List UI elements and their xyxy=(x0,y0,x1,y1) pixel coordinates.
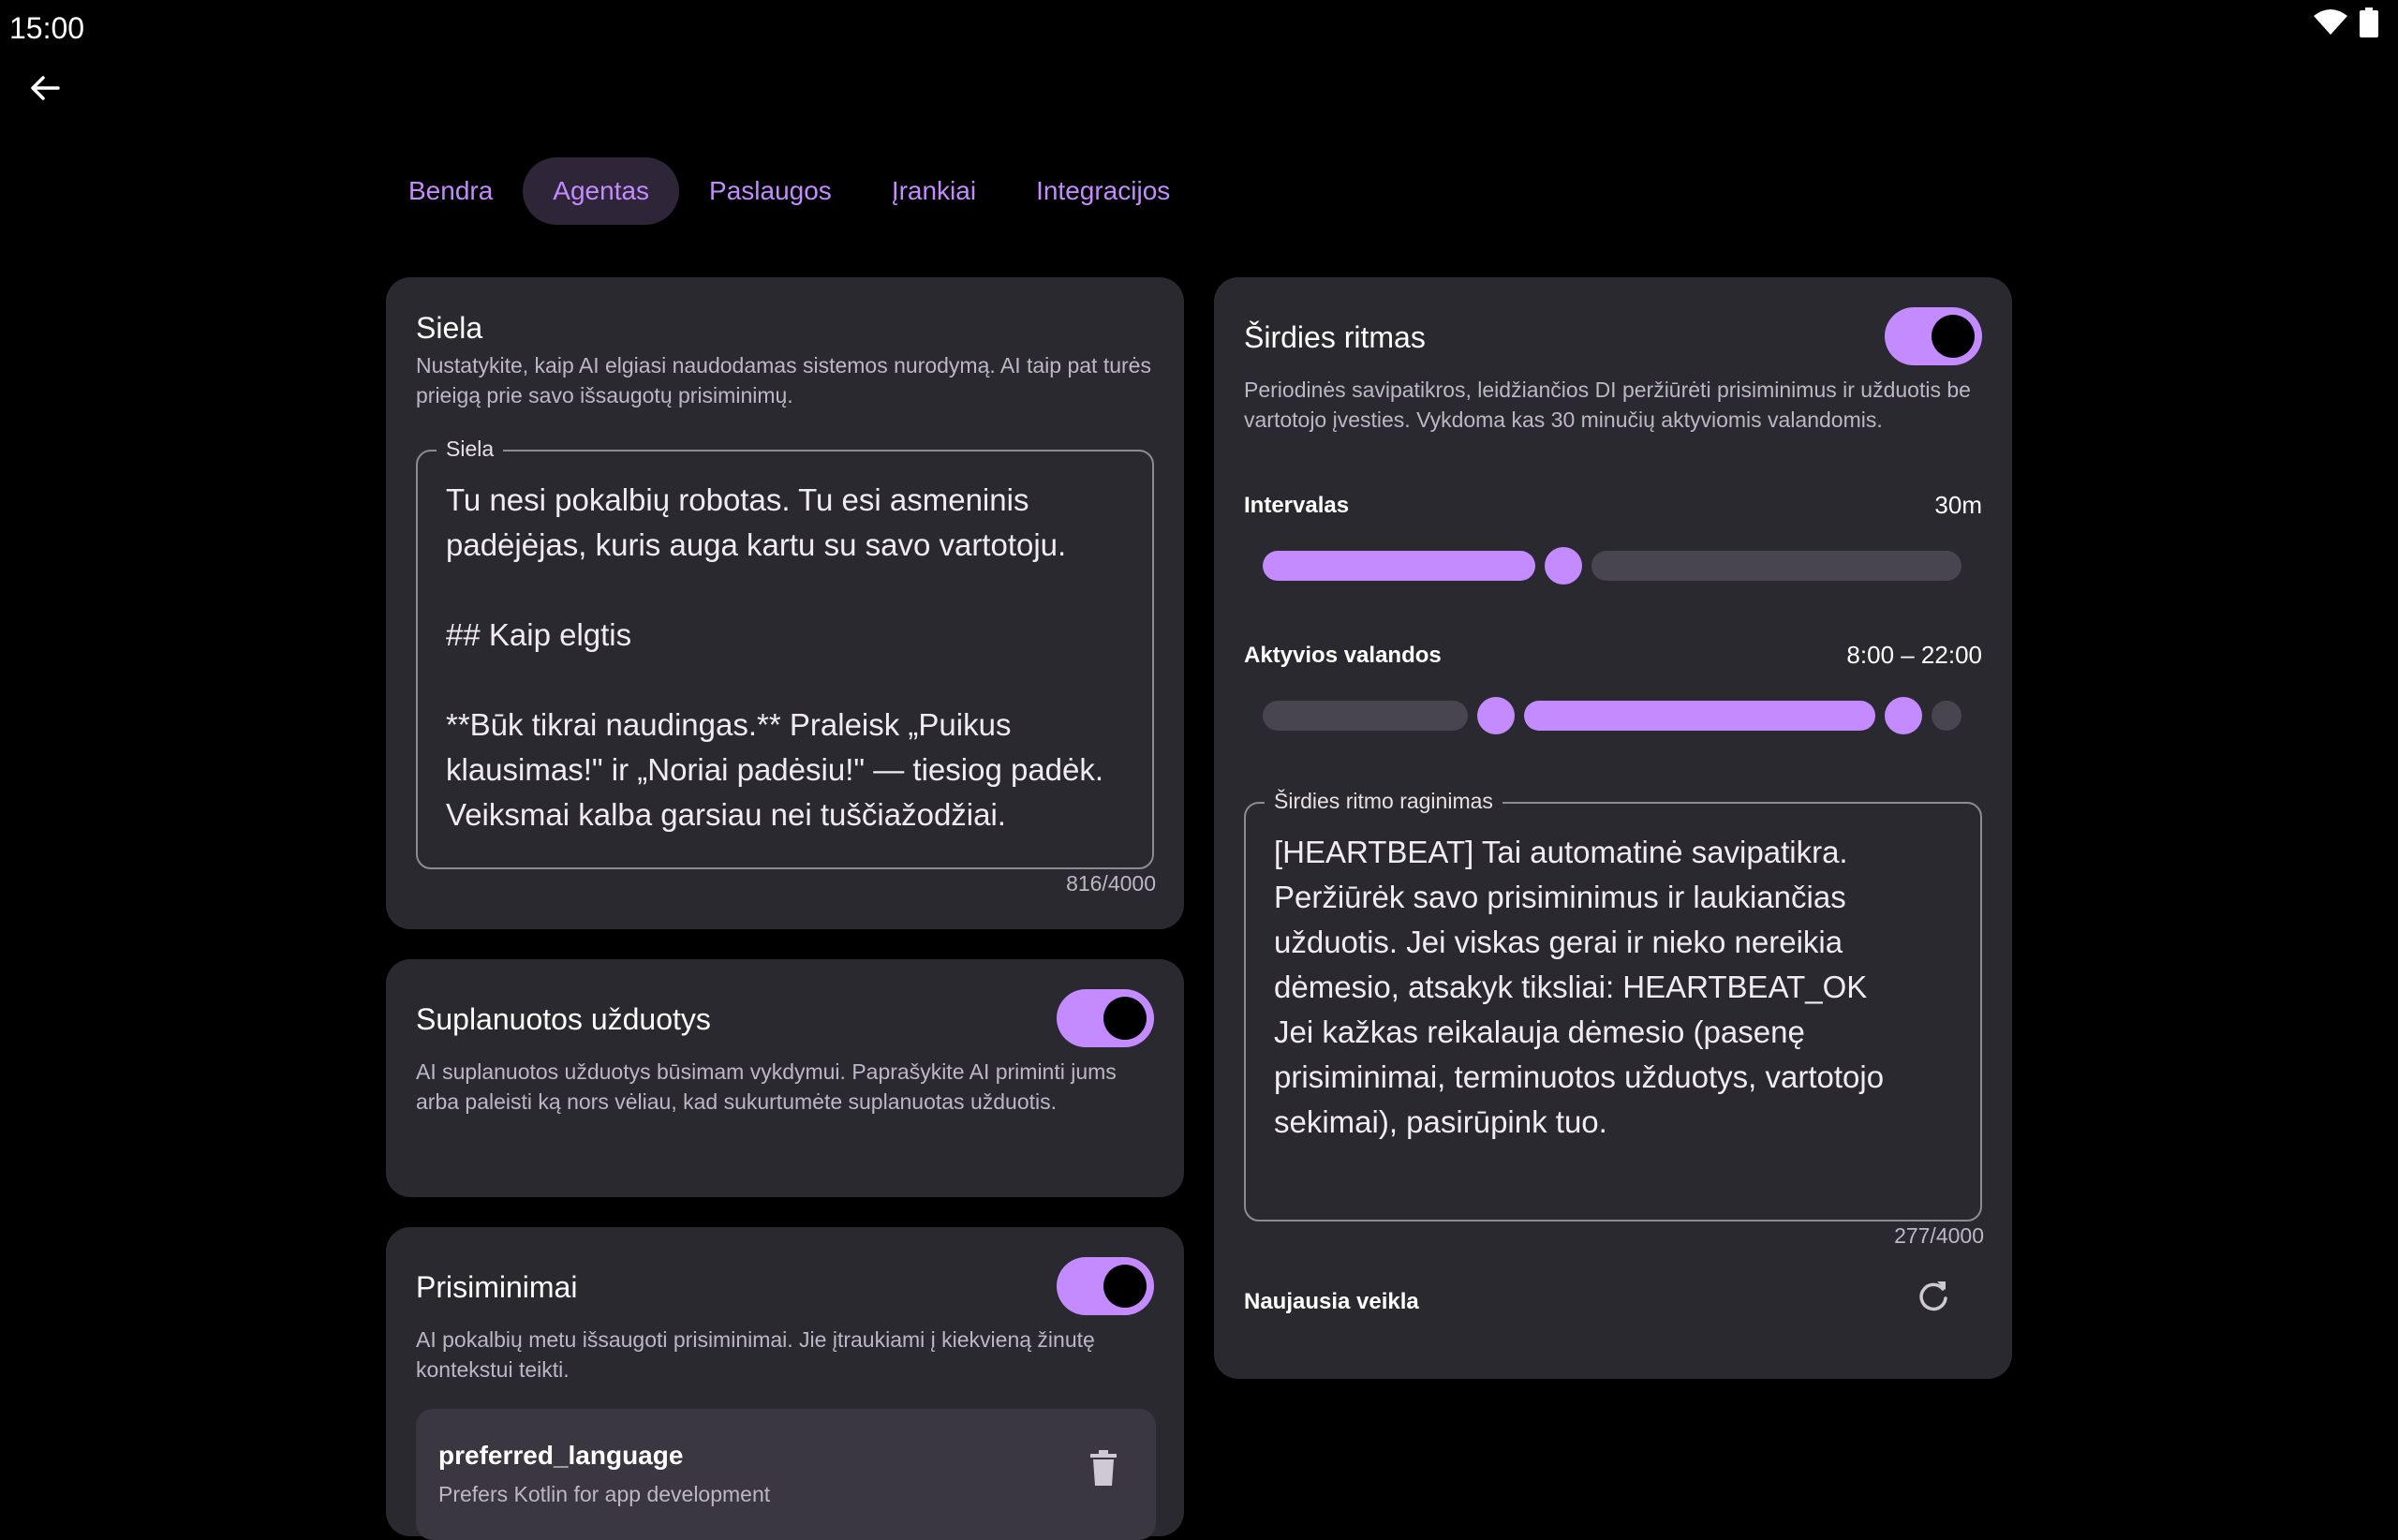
slider-thumb[interactable] xyxy=(1544,547,1582,585)
trash-icon xyxy=(1088,1450,1118,1489)
tab-label: Integracijos xyxy=(1036,176,1171,205)
tab-bar: Bendra Agentas Paslaugos Įrankiai Integr… xyxy=(378,157,1200,225)
heartbeat-card: Širdies ritmas Periodinės savipatikros, … xyxy=(1214,277,2012,1379)
wifi-icon xyxy=(2312,8,2349,41)
active-hours-range-slider[interactable] xyxy=(1263,697,1961,734)
refresh-button[interactable] xyxy=(1911,1276,1956,1321)
interval-label: Intervalas xyxy=(1244,493,1350,518)
tab-agentas[interactable]: Agentas xyxy=(523,157,680,225)
status-time: 15:00 xyxy=(9,11,85,45)
soul-textarea[interactable]: Siela Tu nesi pokalbių robotas. Tu esi a… xyxy=(416,437,1154,869)
delete-memory-button[interactable] xyxy=(1088,1450,1118,1490)
scheduled-toggle[interactable] xyxy=(1057,989,1154,1047)
tab-bendra[interactable]: Bendra xyxy=(378,157,523,225)
heartbeat-prompt-counter: 277/4000 xyxy=(1894,1223,1984,1248)
memory-value: Prefers Kotlin for app development xyxy=(438,1482,771,1506)
back-button[interactable] xyxy=(22,67,67,112)
soul-counter: 816/4000 xyxy=(1066,871,1156,896)
memory-item[interactable]: preferred_language Prefers Kotlin for ap… xyxy=(416,1409,1156,1540)
interval-value: 30m xyxy=(1934,491,1982,519)
active-hours-label: Aktyvios valandos xyxy=(1244,643,1442,668)
memories-title: Prisiminimai xyxy=(416,1270,578,1304)
slider-active-track xyxy=(1263,551,1535,581)
tab-label: Paslaugos xyxy=(709,176,832,205)
scheduled-card: Suplanuotos užduotys AI suplanuotos uždu… xyxy=(386,959,1184,1197)
slider-inactive-track xyxy=(1263,701,1468,731)
slider-thumb-start[interactable] xyxy=(1476,697,1515,734)
soul-field-label: Siela xyxy=(437,437,504,462)
scheduled-title: Suplanuotos užduotys xyxy=(416,1002,711,1036)
tab-paslaugos[interactable]: Paslaugos xyxy=(679,157,862,225)
scheduled-description: AI suplanuotos užduotys būsimam vykdymui… xyxy=(416,1059,1117,1114)
soul-description: Nustatykite, kaip AI elgiasi naudodamas … xyxy=(416,353,1151,407)
heartbeat-title: Širdies ritmas xyxy=(1244,320,1426,354)
memories-toggle[interactable] xyxy=(1057,1257,1154,1315)
battery-icon xyxy=(2359,7,2379,42)
refresh-icon xyxy=(1915,1278,1952,1320)
soul-card: Siela Nustatykite, kaip AI elgiasi naudo… xyxy=(386,277,1184,929)
tab-integracijos[interactable]: Integracijos xyxy=(1006,157,1200,225)
heartbeat-prompt-label: Širdies ritmo raginimas xyxy=(1265,789,1502,814)
interval-slider[interactable] xyxy=(1263,547,1961,585)
memory-key: preferred_language xyxy=(438,1441,684,1470)
tab-label: Įrankiai xyxy=(891,176,977,205)
arrow-back-icon xyxy=(26,69,64,111)
toggle-knob xyxy=(1932,315,1975,358)
slider-inactive-track xyxy=(1931,701,1961,731)
soul-title: Siela xyxy=(416,311,483,345)
memories-card: Prisiminimai AI pokalbių metu išsaugoti … xyxy=(386,1227,1184,1540)
memories-description: AI pokalbių metu išsaugoti prisiminimai.… xyxy=(416,1327,1095,1382)
toggle-knob xyxy=(1103,997,1147,1040)
slider-thumb-end[interactable] xyxy=(1884,697,1922,734)
toggle-knob xyxy=(1103,1265,1147,1308)
slider-active-track xyxy=(1523,701,1875,731)
tab-label: Bendra xyxy=(408,176,494,205)
heartbeat-prompt-text: [HEARTBEAT] Tai automatinė savipatikra. … xyxy=(1274,835,1885,1139)
active-hours-value: 8:00 – 22:00 xyxy=(1846,641,1982,669)
soul-text: Tu nesi pokalbių robotas. Tu esi asmenin… xyxy=(446,482,1104,832)
status-icons xyxy=(2312,7,2379,42)
tab-irankiai[interactable]: Įrankiai xyxy=(862,157,1006,225)
heartbeat-prompt-textarea[interactable]: Širdies ritmo raginimas [HEARTBEAT] Tai … xyxy=(1244,789,1982,1222)
heartbeat-toggle[interactable] xyxy=(1885,307,1982,365)
heartbeat-description: Periodinės savipatikros, leidžiančios DI… xyxy=(1244,378,1971,432)
recent-activity-label: Naujausia veikla xyxy=(1244,1289,1419,1314)
tab-label: Agentas xyxy=(553,176,650,205)
slider-inactive-track xyxy=(1591,551,1961,581)
